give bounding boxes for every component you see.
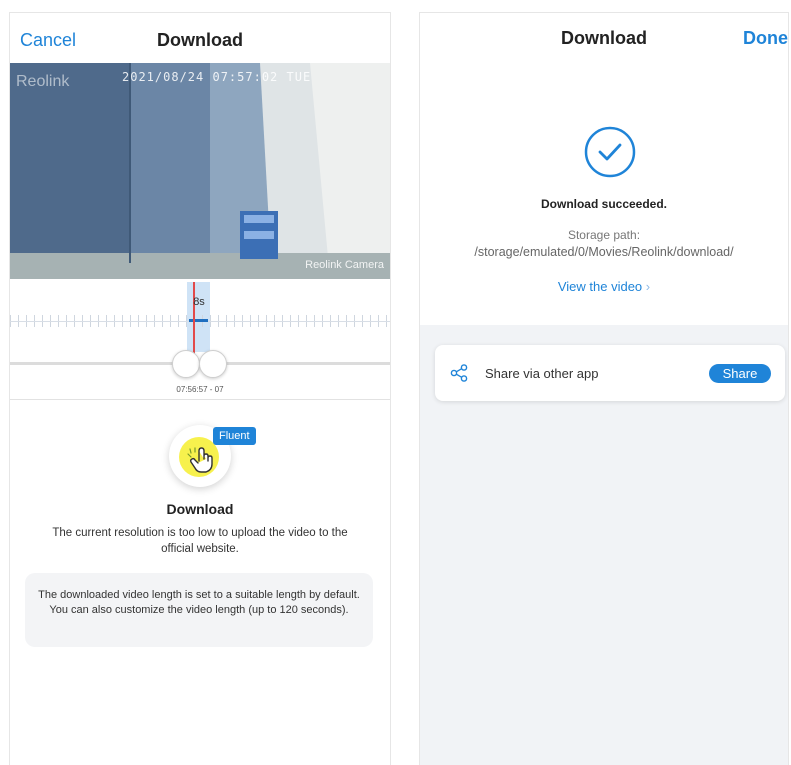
playhead [193,282,195,354]
clip-time-range: 07:56:57 - 07 [176,385,224,394]
storage-path: /storage/emulated/0/Movies/Reolink/downl… [474,245,734,259]
quality-badge: Fluent [213,427,256,445]
info-note: The downloaded video length is set to a … [25,573,373,647]
share-button[interactable]: Share [709,364,771,383]
download-result-panel: Download Done Download succeeded. Storag… [419,12,789,765]
range-end-handle[interactable] [199,350,227,378]
info-note-text: The downloaded video length is set to a … [38,589,360,616]
video-timeline[interactable]: 8s 07:56:57 - 07 [10,279,390,400]
selected-range-bar [189,319,208,322]
camera-preview: Reolink 2021/08/24 07:57:02 TUE Reolink … [10,63,390,279]
share-icon [450,364,468,382]
chevron-right-icon: › [645,279,651,294]
success-message: Download succeeded. [540,197,668,211]
download-description: The current resolution is too low to upl… [52,527,348,555]
camera-image [10,63,390,279]
storage-path-label: Storage path: [567,228,641,242]
view-video-link[interactable]: View the video › [420,279,788,294]
done-button[interactable]: Done [743,28,788,49]
video-timestamp: 2021/08/24 07:57:02 TUE [122,70,312,84]
download-title: Download [166,501,234,517]
result-section: Download Done Download succeeded. Storag… [420,13,788,325]
download-settings-panel: Cancel Download Reolink 2021/08/24 07:57… [9,12,391,765]
check-circle-icon [584,126,636,178]
brand-watermark: Reolink [16,73,70,90]
page-title: Download [561,28,647,48]
share-label: Share via other app [485,366,599,381]
share-row: Share via other app Share [435,345,785,401]
range-start-handle[interactable] [172,350,200,378]
page-title: Download [157,30,243,50]
header: Cancel Download [10,13,390,63]
camera-name: Reolink Camera [305,259,384,271]
view-video-label: View the video [557,279,643,294]
clip-duration: 8s [193,296,205,308]
